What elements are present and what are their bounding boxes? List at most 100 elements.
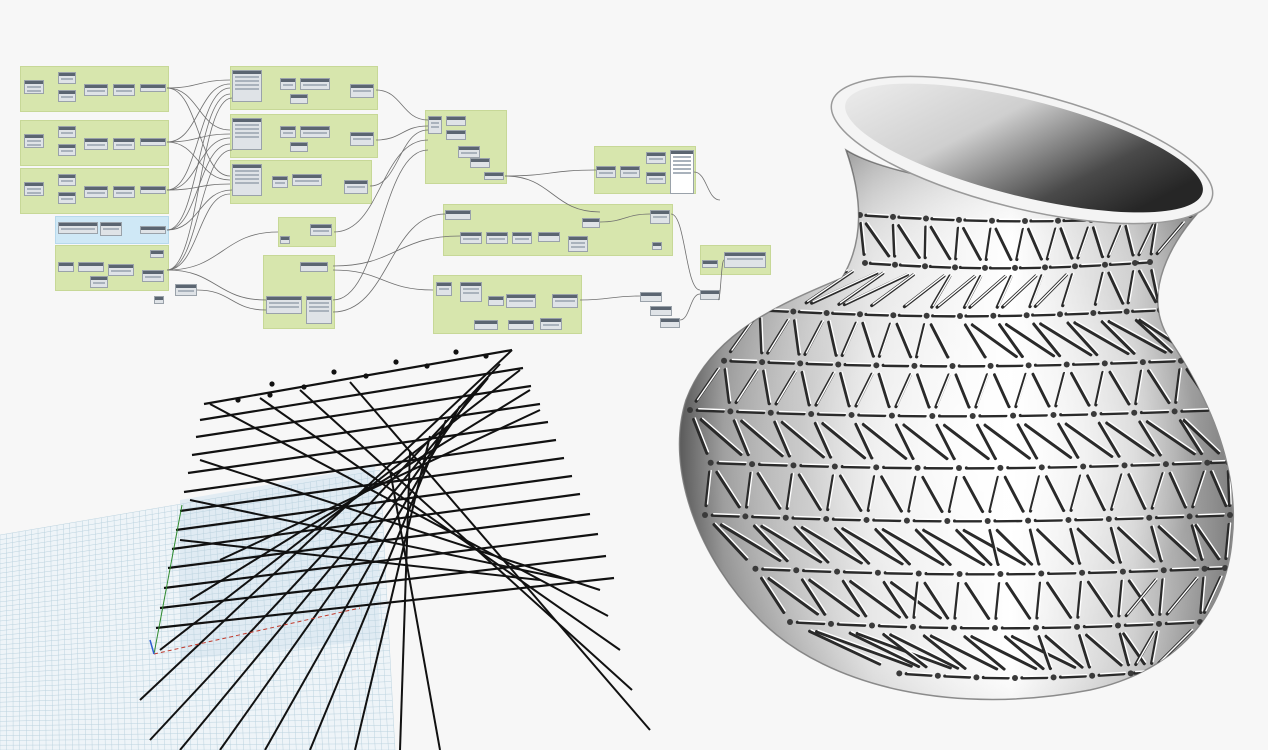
panel-node: [892, 261, 898, 268]
panel-node: [992, 625, 998, 631]
panel-slot: [1078, 263, 1102, 268]
panel-slot: [831, 517, 861, 522]
panel-node: [1115, 622, 1121, 629]
panel-slot: [791, 516, 821, 521]
panel-slot: [1064, 311, 1089, 316]
panel-node: [1089, 672, 1096, 679]
panel-slot: [836, 622, 867, 627]
panel-slot: [883, 571, 914, 576]
panel-slot-highlight: [1182, 408, 1210, 411]
panel-slot: [831, 311, 856, 316]
panel-slot-highlight: [763, 566, 792, 570]
panel-node: [896, 670, 903, 677]
panel-slot-highlight: [793, 515, 822, 518]
panel-slot-highlight: [819, 411, 847, 414]
panel-node: [956, 465, 962, 471]
panel-node: [1065, 516, 1072, 523]
panel-slot: [1031, 312, 1056, 317]
panel-slot-highlight: [965, 217, 989, 220]
panel-node: [1160, 567, 1167, 574]
panel-slot-highlight: [1133, 308, 1157, 311]
panel-slot-highlight: [901, 262, 922, 266]
panel-slot-highlight: [931, 264, 952, 267]
panel-slot-highlight: [1174, 460, 1203, 464]
panel-slot-highlight: [845, 362, 872, 365]
panel-slot: [1097, 310, 1123, 315]
panel-slot: [729, 359, 757, 364]
panel-slot-highlight: [1050, 464, 1078, 467]
panel-slot-highlight: [1134, 670, 1149, 673]
panel-node: [862, 259, 868, 266]
panel-slot-highlight: [1142, 409, 1170, 412]
panel-node: [1197, 357, 1203, 363]
panel-node: [1025, 362, 1032, 369]
panel-slot-highlight: [713, 513, 741, 516]
panel-node: [1022, 218, 1028, 224]
panel-slot: [864, 312, 889, 317]
panel-slot-highlight: [1100, 309, 1123, 312]
panel-node: [1012, 264, 1018, 271]
panel-node: [1033, 624, 1039, 631]
panel-slot: [1180, 408, 1210, 413]
panel-node: [863, 516, 870, 523]
panel-node: [956, 216, 962, 223]
panel-node: [869, 622, 875, 629]
panel-node: [1063, 361, 1070, 368]
panel-slot-highlight: [778, 410, 807, 413]
panel-node: [835, 361, 842, 368]
panel-slot-highlight: [1101, 410, 1130, 413]
panel-node: [1090, 310, 1097, 316]
panel-slot: [1087, 570, 1118, 575]
panel-node: [949, 363, 956, 369]
panel-slot-highlight: [807, 361, 834, 364]
panel-node: [823, 515, 830, 522]
panel-node: [1038, 464, 1045, 471]
panel-node: [797, 360, 804, 367]
panel-slot-highlight: [731, 358, 758, 362]
panel-node: [752, 565, 759, 572]
panel-node: [1127, 670, 1134, 677]
panel-node: [1090, 410, 1097, 417]
panel-node: [808, 410, 815, 417]
panel-node: [834, 568, 841, 575]
panel-slot: [1089, 464, 1119, 468]
panel-slot: [776, 411, 806, 416]
panel-node: [1102, 261, 1108, 268]
panel-slot-highlight: [932, 216, 956, 219]
panel-slot: [1041, 625, 1072, 630]
panel-slot: [801, 568, 832, 574]
panel-slot-highlight: [1036, 362, 1063, 365]
panel-slot: [1128, 568, 1159, 574]
panel-node: [1119, 568, 1126, 575]
panel-slot: [1047, 465, 1078, 469]
panel-slot: [877, 624, 908, 629]
panel-node: [923, 312, 930, 319]
panel-node: [790, 462, 797, 469]
panel-slot: [898, 263, 922, 268]
panel-node: [831, 463, 838, 470]
vase-model[interactable]: [0, 0, 1268, 750]
panel-node: [1101, 360, 1108, 367]
panel-node: [823, 310, 830, 316]
panel-slot: [751, 515, 781, 520]
panel-slot: [868, 261, 892, 267]
panel-slot: [797, 310, 823, 315]
panel-node: [1050, 674, 1057, 681]
panel-node: [1123, 308, 1130, 315]
panel-slot-highlight: [866, 312, 890, 315]
panel-node: [1079, 569, 1086, 576]
workspace-canvas[interactable]: [0, 0, 1268, 750]
panel-node: [1139, 359, 1146, 366]
panel-node: [956, 570, 963, 577]
panel-slot-highlight: [925, 224, 929, 257]
panel-node: [1055, 217, 1061, 224]
panel-node: [787, 619, 793, 625]
panel-node: [914, 464, 921, 471]
panel-node: [1010, 412, 1017, 419]
panel-node: [828, 620, 834, 627]
panel-node: [874, 569, 881, 576]
panel-slot: [1099, 411, 1129, 416]
panel-node: [989, 217, 995, 224]
panel-node: [1042, 264, 1048, 271]
panel-slot: [1130, 462, 1161, 467]
